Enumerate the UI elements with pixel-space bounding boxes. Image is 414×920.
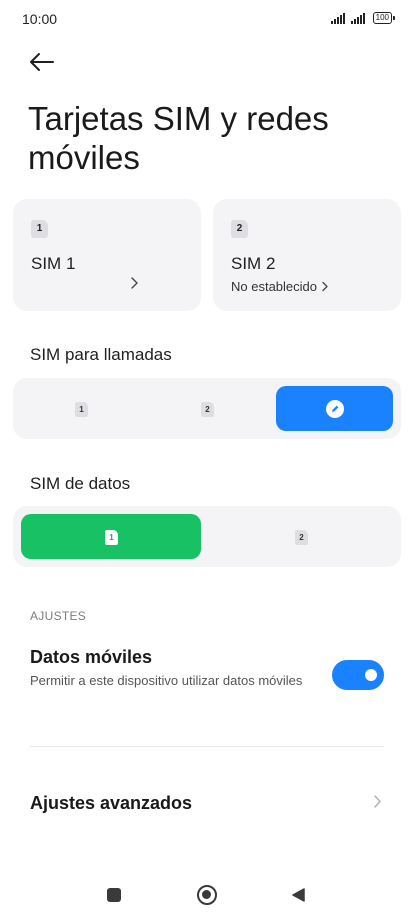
chevron-right-icon: [374, 795, 381, 808]
advanced-settings-row[interactable]: Ajustes avanzados: [0, 770, 414, 834]
recents-square-icon[interactable]: [107, 888, 121, 902]
sim-2-status-text: No establecido: [231, 279, 317, 294]
sim-1-name: SIM 1: [31, 254, 76, 273]
sim-1-card[interactable]: 1 SIM 1: [13, 199, 201, 311]
calls-option-sim-2[interactable]: 2: [147, 386, 267, 431]
data-sim-selector: 1 2: [13, 506, 401, 567]
sim-2-name: SIM 2: [231, 254, 276, 273]
mobile-data-description: Permitir a este dispositivo utilizar dat…: [30, 673, 303, 688]
edit-icon: [325, 399, 344, 418]
back-triangle-icon[interactable]: [290, 887, 306, 903]
sim-2-status: No establecido: [231, 279, 329, 294]
chevron-right-icon: [322, 281, 328, 292]
signal-sim1-icon: [330, 12, 345, 24]
sim-2-card[interactable]: 2 SIM 2 No establecido: [213, 199, 401, 311]
data-section-label: SIM de datos: [30, 474, 131, 493]
status-icons: 100: [330, 12, 396, 24]
sim-2-chip-icon: 2: [295, 529, 308, 545]
settings-section-header: AJUSTES: [30, 609, 87, 623]
calls-option-ask[interactable]: [276, 386, 393, 431]
sim-1-chip-icon: 1: [105, 529, 118, 545]
divider: [30, 746, 384, 747]
calls-sim-selector: 1 2: [13, 378, 401, 439]
navigation-bar: [0, 870, 414, 920]
mobile-data-toggle[interactable]: [332, 660, 384, 690]
calls-option-sim-1[interactable]: 1: [21, 386, 141, 431]
toggle-knob: [365, 669, 377, 681]
calls-section-label: SIM para llamadas: [30, 345, 172, 364]
page-title: Tarjetas SIM y redes móviles: [28, 100, 329, 176]
status-time: 10:00: [22, 11, 58, 27]
data-option-sim-1[interactable]: 1: [21, 514, 201, 559]
home-circle-icon[interactable]: [197, 885, 217, 905]
sim-2-chip-icon: 2: [231, 220, 248, 238]
sim-2-chip-icon: 2: [201, 401, 214, 417]
chevron-right-icon: [131, 277, 138, 289]
data-option-sim-2[interactable]: 2: [211, 514, 391, 559]
sim-1-chip-icon: 1: [75, 401, 88, 417]
sim-1-chip-icon: 1: [31, 220, 48, 238]
status-bar: 10:00 100: [0, 0, 414, 40]
signal-sim2-icon: [350, 12, 365, 24]
mobile-data-title: Datos móviles: [30, 647, 153, 667]
back-arrow-icon[interactable]: [28, 50, 56, 74]
battery-icon: 100: [372, 12, 396, 24]
advanced-settings-label: Ajustes avanzados: [30, 793, 193, 813]
